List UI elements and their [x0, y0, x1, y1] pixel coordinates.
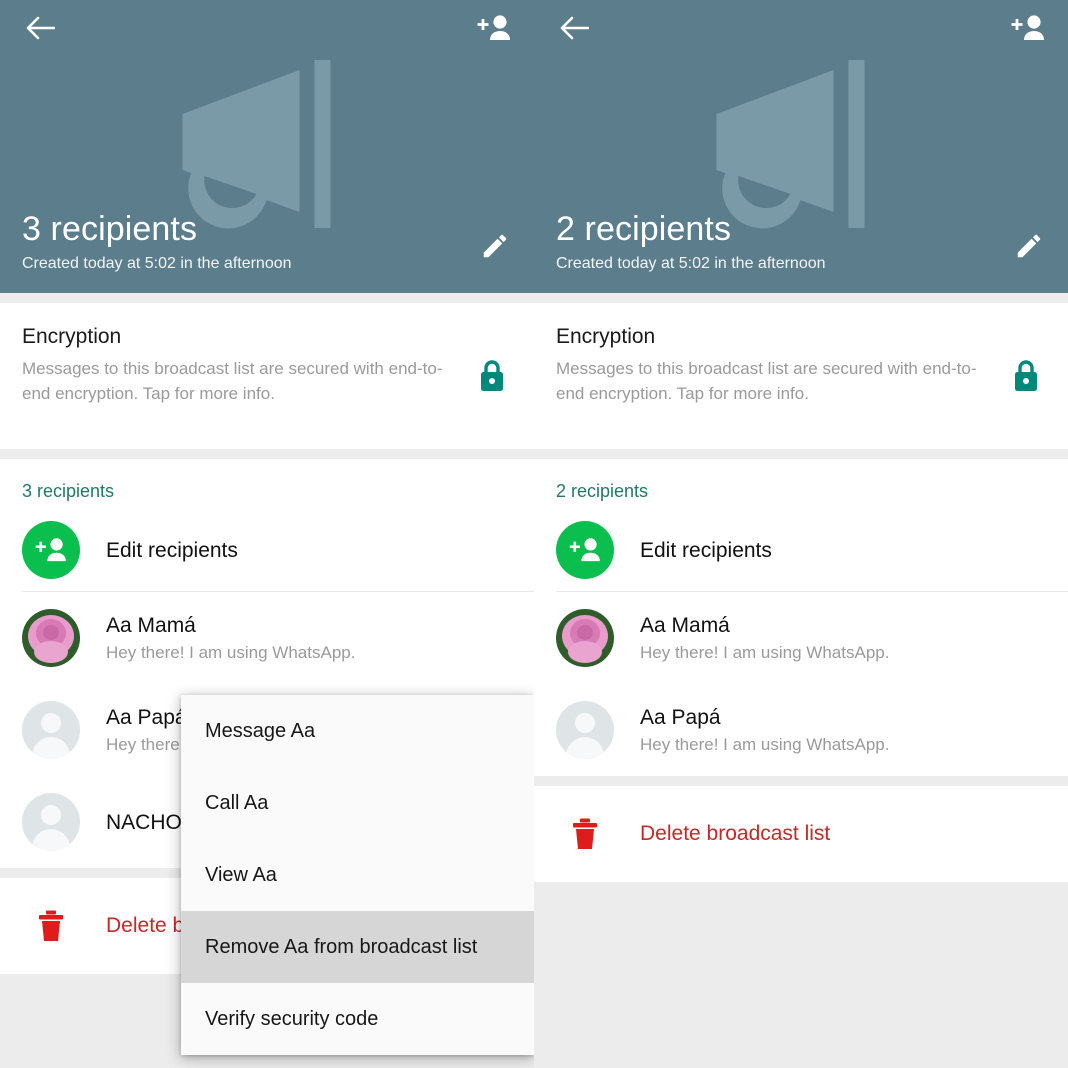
broadcast-title-block-left: 3 recipients Created today at 5:02 in th…: [22, 209, 292, 275]
encryption-description: Messages to this broadcast list are secu…: [556, 359, 977, 403]
page-title: 3 recipients: [22, 210, 198, 248]
edit-recipients-label: Edit recipients: [106, 538, 238, 562]
avatar: [22, 793, 80, 851]
section-gap: [0, 449, 534, 459]
contact-name: Aa Mamá: [106, 613, 196, 637]
app-bar-left: [0, 0, 534, 56]
created-timestamp: Created today at 5:02 in the afternoon: [22, 255, 292, 272]
contact-name: Aa Papá: [640, 705, 721, 729]
list-item[interactable]: Aa Mamá Hey there! I am using WhatsApp.: [0, 592, 534, 684]
contact-status: Hey there! I am using WhatsApp.: [106, 642, 356, 662]
lock-icon: [1015, 360, 1037, 391]
panel-right: 2 recipients Created today at 5:02 in th…: [534, 0, 1068, 1068]
encryption-lock: [1006, 323, 1046, 393]
encryption-description: Messages to this broadcast list are secu…: [22, 359, 443, 403]
recipients-section-label: 3 recipients: [22, 481, 115, 501]
contact-status: Hey there! I am using WhatsApp.: [640, 734, 890, 754]
back-button[interactable]: [552, 6, 596, 50]
add-recipient-button[interactable]: [472, 6, 516, 50]
add-person-glyph-icon: [569, 538, 600, 562]
pencil-edit-icon: [483, 234, 507, 258]
menu-item-message[interactable]: Message Aa: [181, 695, 534, 767]
contact-status: Hey there! I am using WhatsApp.: [640, 642, 890, 662]
created-timestamp: Created today at 5:02 in the afternoon: [556, 255, 826, 272]
back-arrow-icon: [26, 16, 55, 40]
menu-item-verify-security-code[interactable]: Verify security code: [181, 983, 534, 1055]
delete-broadcast-list-row[interactable]: Delete broadcast list: [534, 786, 1068, 882]
delete-icon-wrap: [556, 818, 614, 850]
recipients-section-label: 2 recipients: [556, 481, 649, 501]
add-person-glyph-icon: [35, 538, 66, 562]
add-person-icon: [1011, 15, 1044, 40]
avatar: [556, 701, 614, 759]
section-gap: [534, 776, 1068, 786]
delete-broadcast-list-label: Delete broadcast list: [640, 822, 831, 845]
encryption-title: Encryption: [556, 325, 656, 348]
broadcast-header-left: 3 recipients Created today at 5:02 in th…: [0, 0, 534, 293]
trash-icon: [573, 818, 597, 849]
contact-context-menu: Message Aa Call Aa View Aa Remove Aa fro…: [181, 695, 534, 1055]
lock-icon: [481, 360, 503, 391]
app-bar-right: [534, 0, 1068, 56]
back-button[interactable]: [18, 6, 62, 50]
section-gap: [534, 449, 1068, 459]
add-person-circle-icon: [22, 521, 80, 579]
edit-recipients-row[interactable]: Edit recipients: [0, 509, 534, 591]
add-person-circle-icon: [556, 521, 614, 579]
trash-icon: [39, 910, 63, 941]
add-person-icon: [477, 15, 510, 40]
panel-left: 3 recipients Created today at 5:02 in th…: [0, 0, 534, 1068]
list-item[interactable]: Aa Papá Hey there! I am using WhatsApp.: [534, 684, 1068, 776]
edit-recipients-row[interactable]: Edit recipients: [534, 509, 1068, 591]
broadcast-title-block-right: 2 recipients Created today at 5:02 in th…: [556, 209, 826, 275]
add-recipient-button[interactable]: [1006, 6, 1050, 50]
menu-item-call[interactable]: Call Aa: [181, 767, 534, 839]
delete-icon-wrap: [22, 910, 80, 942]
edit-name-button[interactable]: [1012, 229, 1046, 263]
page-title: 2 recipients: [556, 210, 732, 248]
contact-name: Aa Mamá: [640, 613, 730, 637]
edit-recipients-label: Edit recipients: [640, 538, 772, 562]
dual-screenshot-container: 3 recipients Created today at 5:02 in th…: [0, 0, 1068, 1068]
encryption-card-right[interactable]: Encryption Messages to this broadcast li…: [534, 303, 1068, 449]
back-arrow-icon: [560, 16, 589, 40]
menu-item-view[interactable]: View Aa: [181, 839, 534, 911]
menu-item-remove-from-broadcast[interactable]: Remove Aa from broadcast list: [181, 911, 534, 983]
section-gap: [0, 293, 534, 303]
list-item[interactable]: Aa Mamá Hey there! I am using WhatsApp.: [534, 592, 1068, 684]
encryption-lock: [472, 323, 512, 393]
avatar: [22, 701, 80, 759]
recipients-card-right: 2 recipients Edit recipients Aa Mamá Hey…: [534, 459, 1068, 776]
section-gap: [534, 293, 1068, 303]
avatar: [22, 609, 80, 667]
encryption-card-left[interactable]: Encryption Messages to this broadcast li…: [0, 303, 534, 449]
edit-name-button[interactable]: [478, 229, 512, 263]
broadcast-header-right: 2 recipients Created today at 5:02 in th…: [534, 0, 1068, 293]
encryption-title: Encryption: [22, 325, 122, 348]
avatar: [556, 609, 614, 667]
contact-name: NACHO: [106, 810, 182, 834]
pencil-edit-icon: [1017, 234, 1041, 258]
